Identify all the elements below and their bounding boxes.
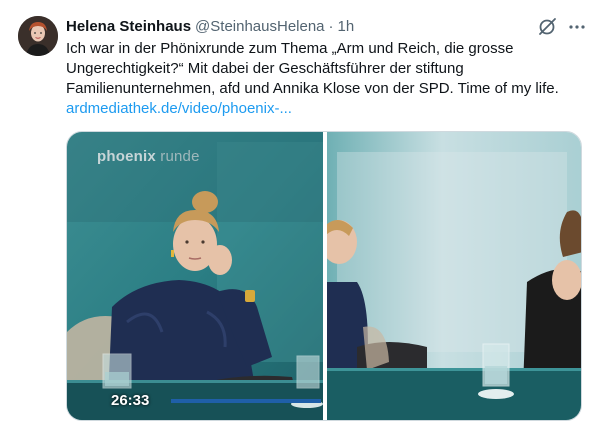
watermark-brand: phoenix [97, 148, 156, 165]
grok-icon [539, 18, 556, 35]
tweet-time[interactable]: 1h [338, 18, 355, 35]
video-link[interactable]: ardmediathek.de/video/phoenix-... [66, 100, 292, 117]
channel-watermark: phoenix runde [97, 148, 200, 165]
tweet-text: Ich war in der Phönixrunde zum Thema „Ar… [66, 39, 586, 119]
media-grid: phoenix runde 26:33 [66, 131, 582, 421]
video-frame [67, 132, 323, 420]
more-button[interactable] [566, 16, 588, 38]
tweet-header: Helena Steinhaus @SteinhausHelena · 1h [66, 14, 354, 38]
image-frame [321, 132, 581, 420]
grok-button[interactable] [536, 16, 558, 38]
separator-dot: · [328, 17, 334, 35]
watermark-suffix: runde [160, 148, 200, 165]
more-icon [569, 25, 585, 29]
image-thumbnail[interactable] [321, 132, 581, 420]
video-timestamp: 26:33 [111, 392, 150, 409]
tweet[interactable]: Helena Steinhaus @SteinhausHelena · 1h I… [0, 0, 604, 430]
video-thumbnail[interactable]: phoenix runde 26:33 [67, 132, 323, 420]
tweet-text-line: Ungerechtigkeit?“ Mit dabei der Geschäft… [66, 60, 464, 77]
avatar[interactable] [18, 16, 58, 56]
tweet-text-line: Familienunternehmen, afd und Annika Klos… [66, 80, 559, 97]
author-name[interactable]: Helena Steinhaus [66, 18, 191, 35]
video-progress-bar [171, 399, 321, 403]
avatar-image [18, 16, 58, 56]
tweet-text-line: Ich war in der Phönixrunde zum Thema „Ar… [66, 40, 514, 57]
author-handle[interactable]: @SteinhausHelena [195, 18, 324, 35]
